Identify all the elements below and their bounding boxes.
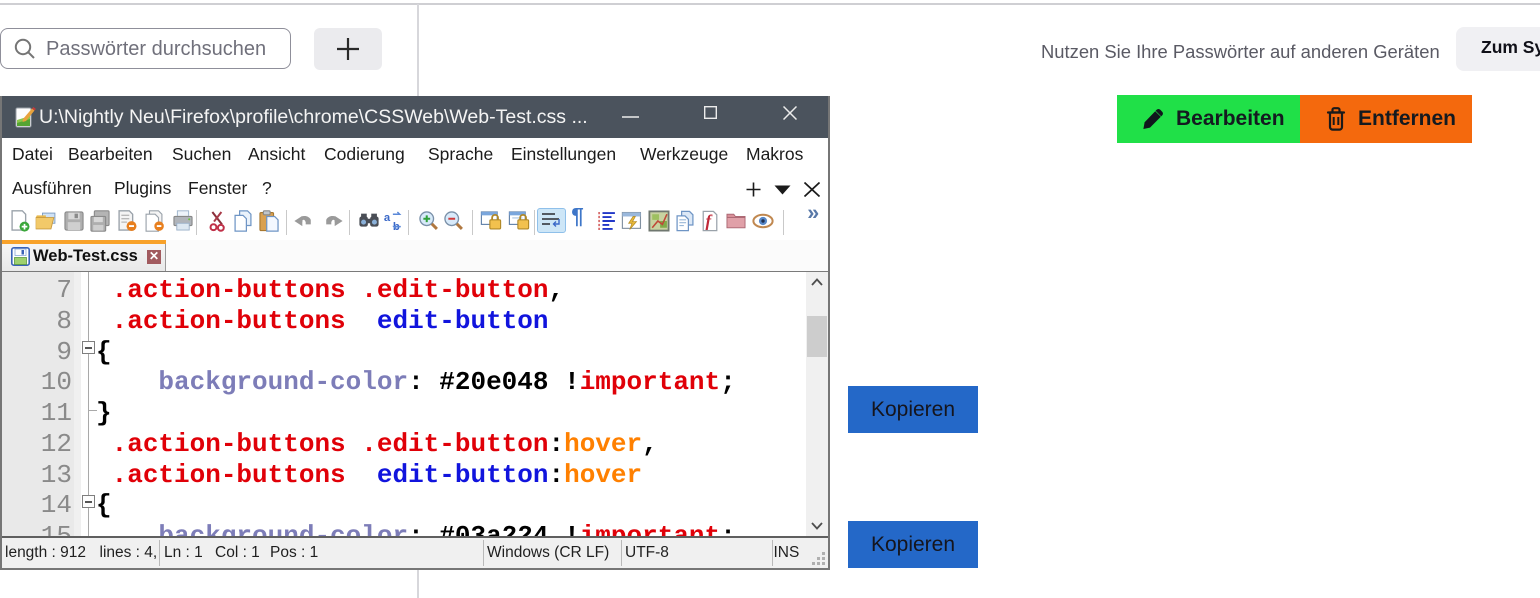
svg-text:a: a (384, 212, 391, 224)
